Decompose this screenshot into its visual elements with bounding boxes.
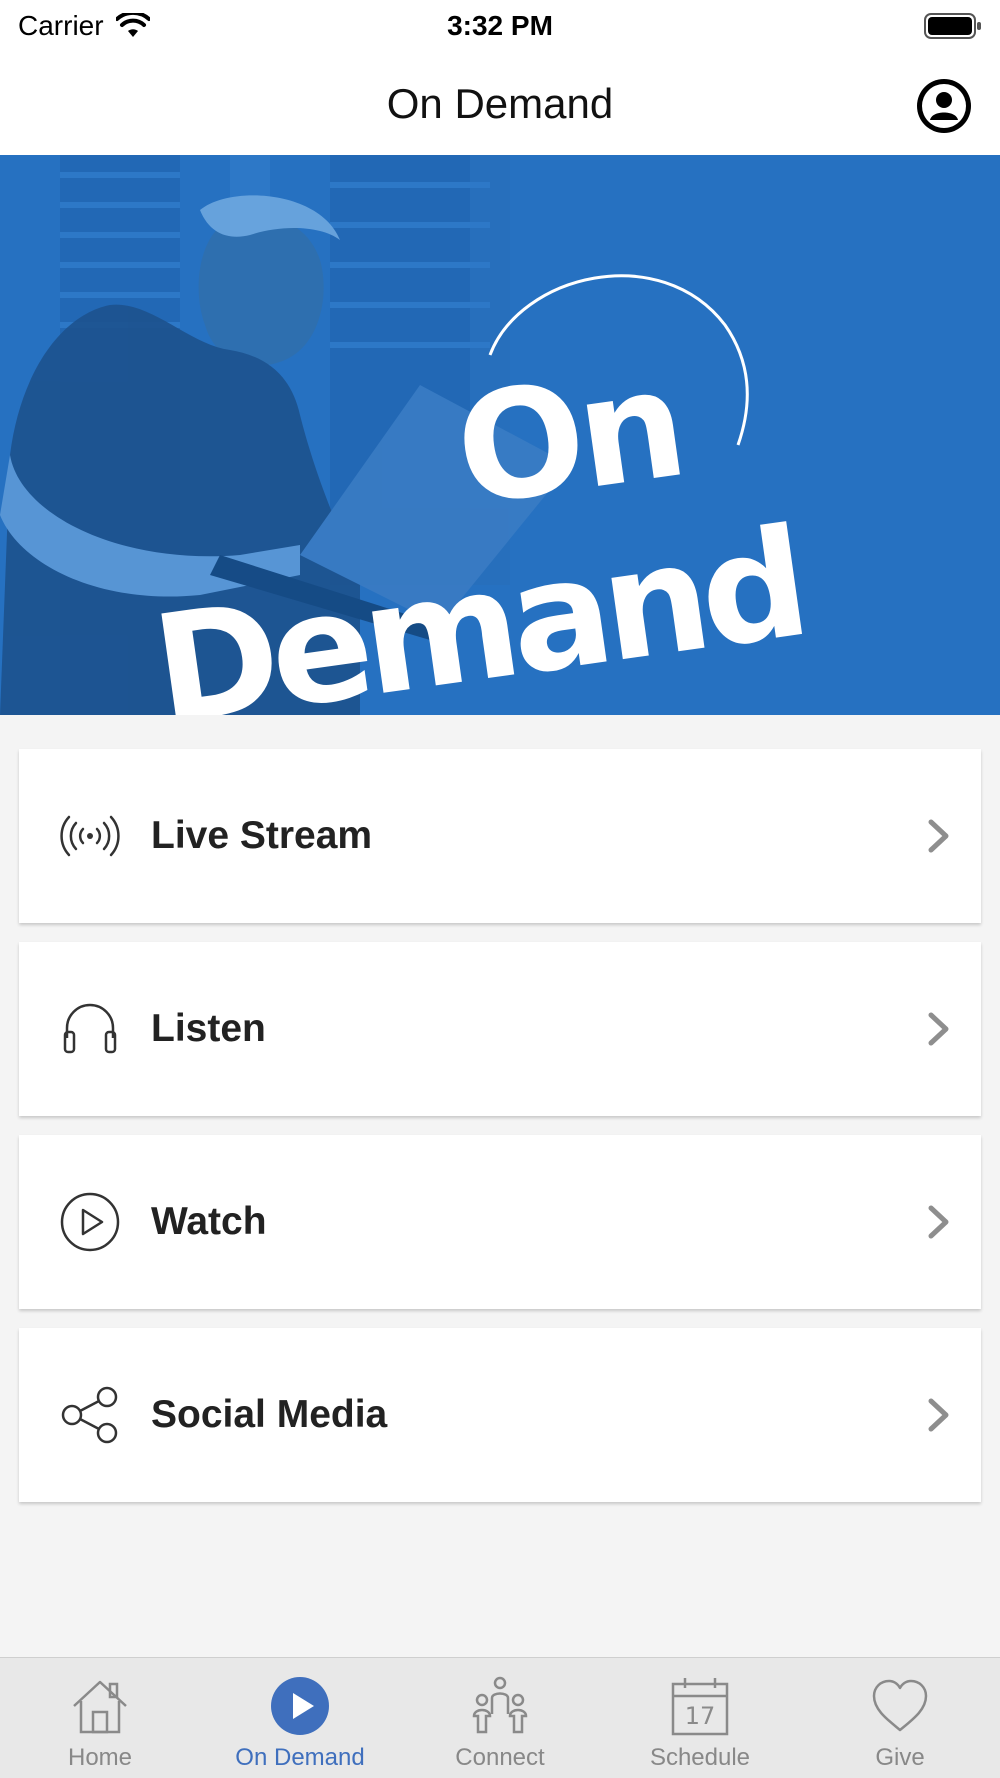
chevron-right-icon bbox=[928, 1205, 949, 1239]
tab-schedule[interactable]: 17 Schedule bbox=[600, 1658, 800, 1778]
tab-label: On Demand bbox=[235, 1744, 365, 1771]
chevron-right-icon bbox=[928, 819, 949, 853]
broadcast-icon bbox=[60, 815, 120, 857]
wifi-icon bbox=[115, 13, 150, 37]
tab-connect[interactable]: Connect bbox=[400, 1658, 600, 1778]
play-circle-icon bbox=[60, 1192, 120, 1252]
banner-artwork: On Demand bbox=[0, 155, 1000, 715]
share-icon bbox=[61, 1386, 118, 1444]
menu-item-label: Live Stream bbox=[151, 814, 373, 857]
on-demand-menu: Live Stream Listen Watch Social Media bbox=[19, 749, 981, 1521]
status-bar: Carrier 3:32 PM bbox=[0, 0, 1000, 52]
play-icon bbox=[271, 1677, 329, 1735]
menu-item-watch[interactable]: Watch bbox=[19, 1135, 981, 1309]
heart-icon bbox=[872, 1679, 928, 1732]
svg-text:17: 17 bbox=[685, 1702, 716, 1730]
banner-title-line1: On bbox=[446, 337, 690, 540]
calendar-icon: 17 bbox=[671, 1678, 729, 1736]
profile-icon[interactable] bbox=[916, 78, 972, 134]
tab-label: Give bbox=[875, 1744, 925, 1771]
tab-home[interactable]: Home bbox=[0, 1658, 200, 1778]
chevron-right-icon bbox=[928, 1398, 949, 1432]
tab-label: Home bbox=[67, 1744, 133, 1771]
tab-label: Connect bbox=[455, 1744, 545, 1771]
menu-item-label: Listen bbox=[151, 1007, 266, 1050]
tab-on-demand[interactable]: On Demand bbox=[200, 1658, 400, 1778]
status-time: 3:32 PM bbox=[447, 10, 553, 41]
menu-item-live-stream[interactable]: Live Stream bbox=[19, 749, 981, 923]
carrier-label: Carrier bbox=[18, 10, 104, 41]
tab-give[interactable]: Give bbox=[800, 1658, 1000, 1778]
people-icon bbox=[472, 1676, 528, 1734]
app-screen: Carrier 3:32 PM On Demand On Demand Live… bbox=[0, 0, 1000, 1778]
menu-item-label: Watch bbox=[151, 1200, 267, 1243]
hero-banner: On Demand bbox=[0, 155, 1000, 715]
menu-item-social-media[interactable]: Social Media bbox=[19, 1328, 981, 1502]
menu-item-listen[interactable]: Listen bbox=[19, 942, 981, 1116]
menu-item-label: Social Media bbox=[151, 1393, 388, 1436]
navigation-bar: On Demand bbox=[0, 52, 1000, 155]
tab-label: Schedule bbox=[649, 1744, 751, 1771]
tab-bar: Home On Demand Connect 17 Schedule Give bbox=[0, 1657, 1000, 1778]
headphones-icon bbox=[63, 1003, 117, 1054]
battery-icon bbox=[924, 13, 981, 39]
status-left: Carrier bbox=[18, 10, 150, 42]
page-title: On Demand bbox=[386, 79, 614, 127]
home-icon bbox=[73, 1680, 127, 1734]
chevron-right-icon bbox=[928, 1012, 949, 1046]
